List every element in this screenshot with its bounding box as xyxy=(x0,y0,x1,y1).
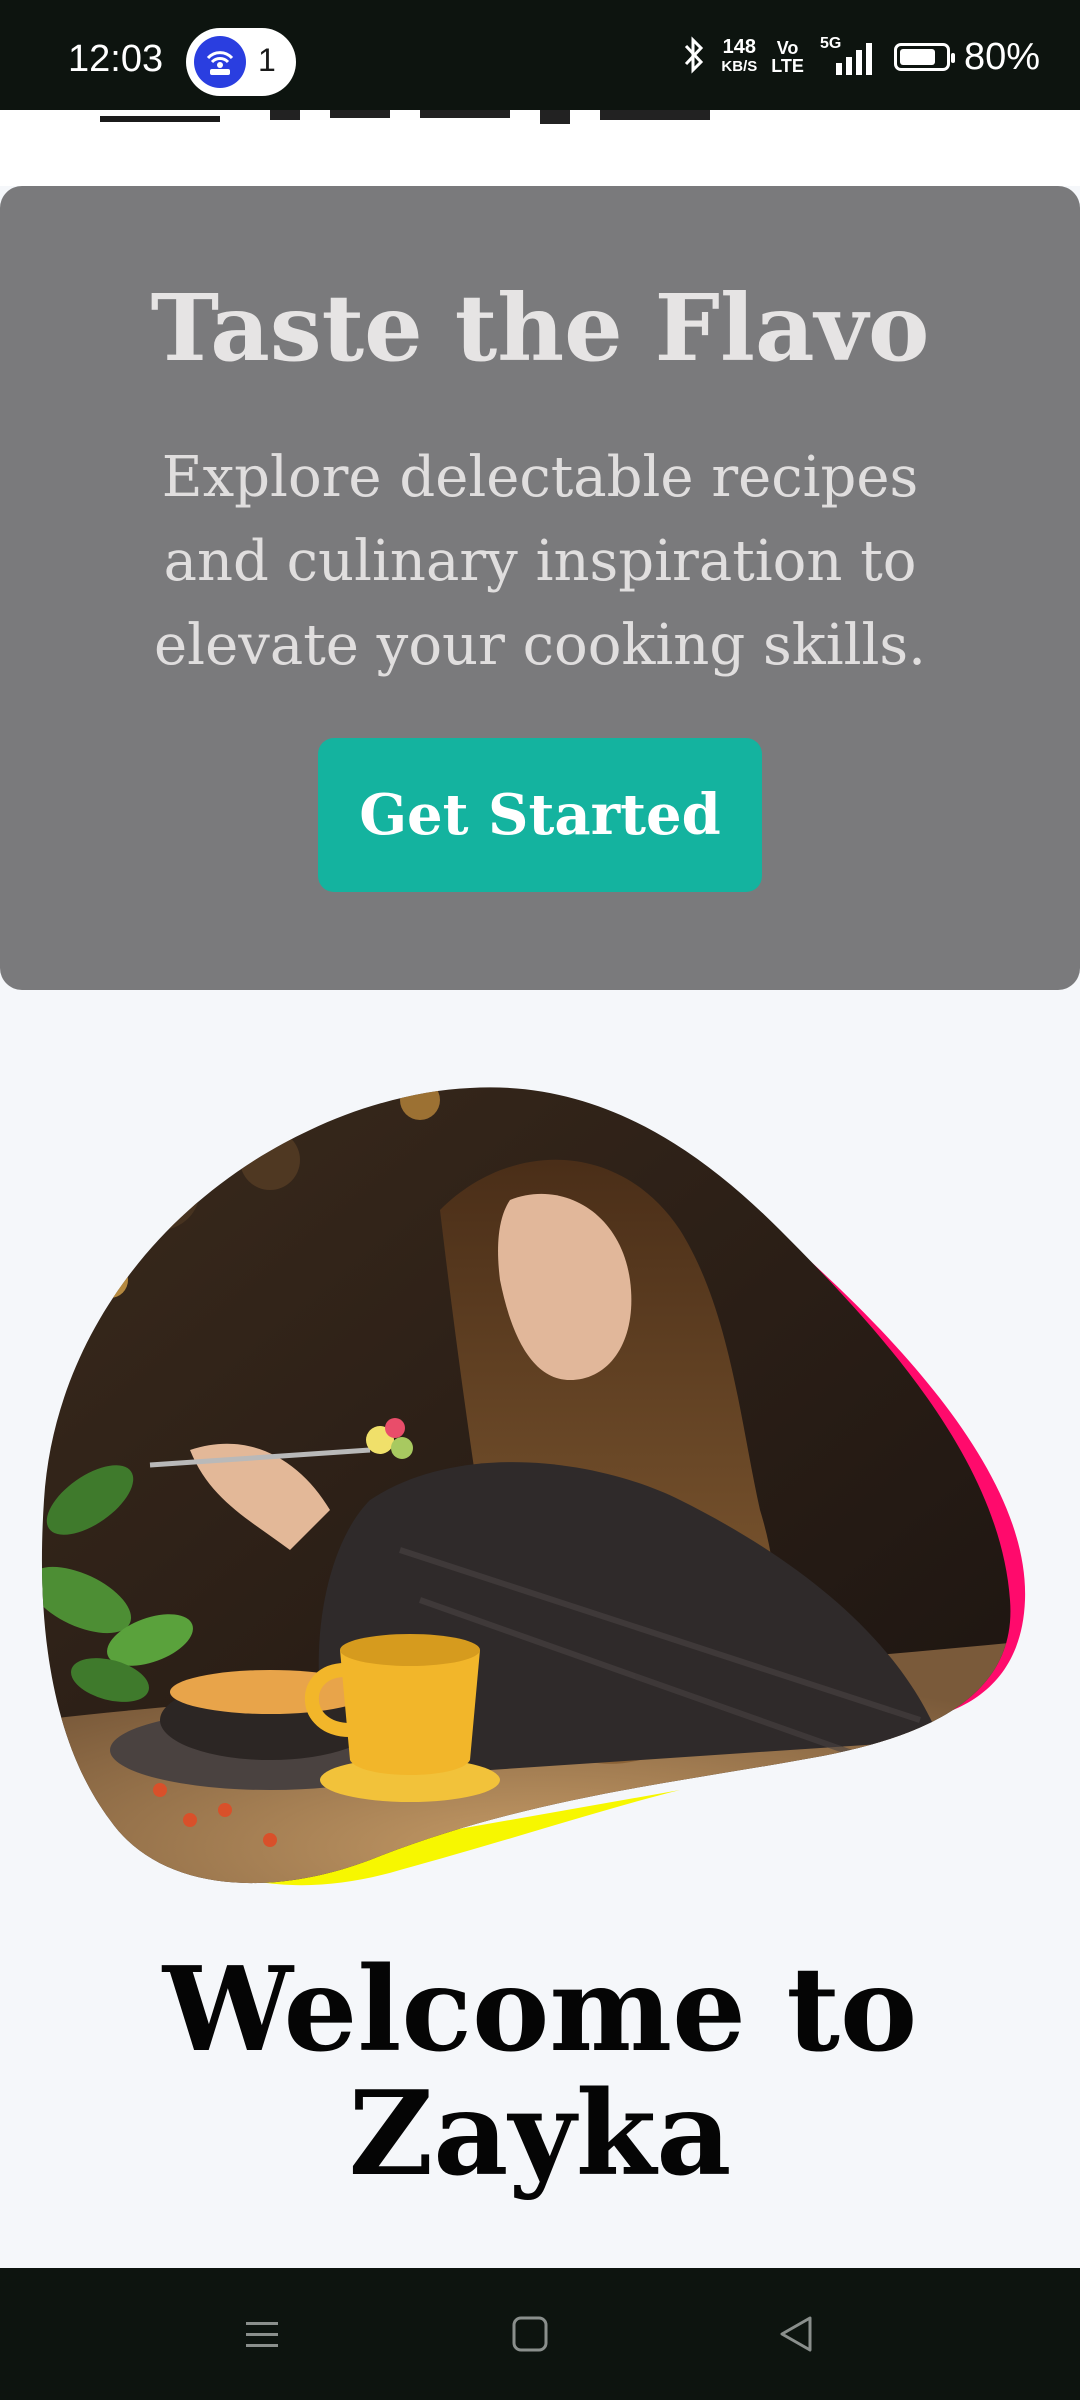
battery-icon xyxy=(893,43,955,71)
battery-percent: 80% xyxy=(963,35,1040,78)
volte-top: Vo xyxy=(776,38,799,58)
volte-bottom: LTE xyxy=(771,56,804,76)
hotspot-indicator[interactable]: 1 xyxy=(186,28,296,96)
status-time: 12:03 xyxy=(68,38,164,80)
menu-icon[interactable] xyxy=(232,2304,292,2364)
hotspot-icon xyxy=(194,36,246,88)
net-speed: 148 KB/S xyxy=(721,37,757,77)
status-bar: 12:03 1 148 KB/S Vo LTE 5G 80% xyxy=(0,0,1080,110)
signal-icon: 5G xyxy=(818,35,880,77)
back-icon[interactable] xyxy=(766,2304,826,2364)
bluetooth-icon xyxy=(681,35,707,80)
get-started-button[interactable]: Get Started xyxy=(318,738,762,892)
hero-image xyxy=(40,1080,1040,1900)
net-speed-unit: KB/S xyxy=(721,58,758,75)
battery-fill xyxy=(899,49,935,65)
home-icon[interactable] xyxy=(500,2304,560,2364)
system-nav-bar xyxy=(0,2268,1080,2400)
net-speed-value: 148 xyxy=(722,36,757,58)
welcome-line-2: Zayka xyxy=(348,2066,732,2202)
welcome-heading: Welcome to Zayka xyxy=(100,1948,980,2196)
hero-section: Taste the Flavo Explore delectable recip… xyxy=(0,186,1080,990)
page-header-partial xyxy=(0,110,1080,186)
header-logo-partial xyxy=(100,110,710,124)
hero-title: Taste the Flavo xyxy=(150,274,930,382)
hotspot-count: 1 xyxy=(258,42,276,78)
welcome-line-1: Welcome to xyxy=(162,1942,918,2078)
volte-indicator: Vo LTE xyxy=(771,39,804,75)
hero-subtitle: Explore delectable recipes and culinary … xyxy=(154,445,926,678)
